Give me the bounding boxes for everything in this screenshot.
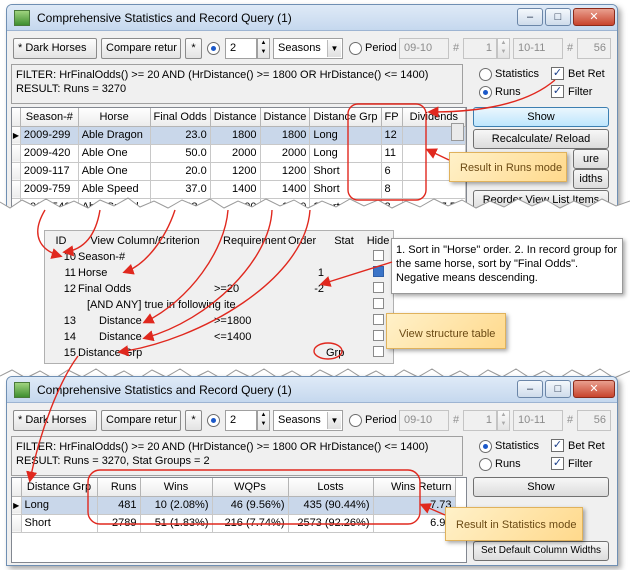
arrow-stats-callout (419, 503, 446, 516)
arrow-distance-grp (117, 209, 311, 357)
annotation-overlay (26, 79, 556, 525)
arrow-horse (62, 209, 101, 257)
arrow-sort-note (319, 261, 393, 287)
arrow-grp-to-stats (26, 355, 79, 483)
arrow-betret-dividends (427, 79, 556, 118)
arrow-final-odds (122, 209, 176, 275)
arrow-season (37, 209, 63, 259)
grp-stat-highlight (313, 342, 343, 360)
arrow-distance-1 (142, 209, 229, 324)
arrow-distance-2 (142, 209, 273, 342)
fp-dividends-highlight (347, 103, 427, 201)
arrow-runs-callout (425, 148, 450, 161)
stats-grid-highlight (87, 469, 421, 525)
